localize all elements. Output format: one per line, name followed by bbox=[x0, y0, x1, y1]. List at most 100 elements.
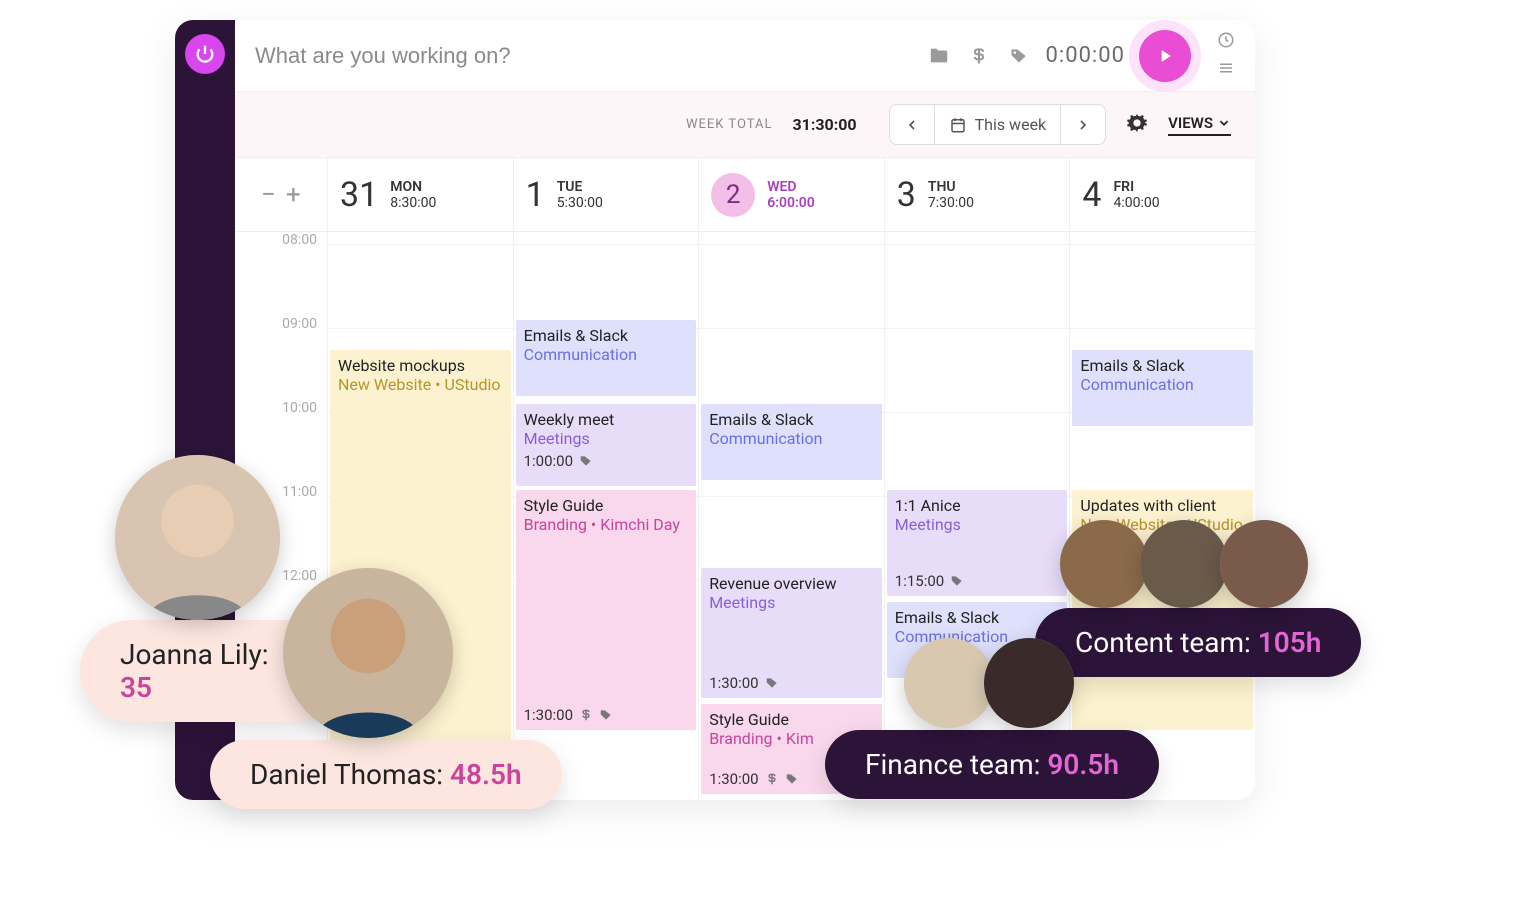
day-of-week: WED bbox=[767, 179, 815, 195]
day-column-wed[interactable]: Emails & Slack Communication Revenue ove… bbox=[698, 232, 884, 800]
day-column-tue[interactable]: Emails & Slack Communication Weekly meet… bbox=[513, 232, 699, 800]
day-header-tue[interactable]: 1 TUE5:30:00 bbox=[513, 158, 699, 231]
views-label: VIEWS bbox=[1168, 114, 1213, 132]
day-of-week: MON bbox=[390, 179, 436, 195]
tag-icon bbox=[950, 574, 964, 588]
event-block[interactable]: Emails & Slack Communication bbox=[516, 320, 697, 396]
day-number: 31 bbox=[340, 175, 378, 215]
sub-bar: WEEK TOTAL 31:30:00 This week VIEWS bbox=[235, 92, 1255, 158]
tag-icon bbox=[579, 454, 593, 468]
avatar-team-finance-1 bbox=[904, 638, 994, 728]
hour-label: 09:00 bbox=[235, 316, 327, 400]
event-block[interactable]: 1:1 Anice Meetings 1:15:00 bbox=[887, 490, 1068, 596]
event-title: Emails & Slack bbox=[895, 608, 1060, 627]
day-duration: 4:00:00 bbox=[1113, 195, 1159, 211]
event-time: 1:30:00 bbox=[524, 706, 613, 724]
day-header-fri[interactable]: 4 FRI4:00:00 bbox=[1069, 158, 1255, 231]
zoom-out-button[interactable]: − bbox=[261, 180, 276, 210]
day-header-wed[interactable]: 2 WED6:00:00 bbox=[698, 158, 884, 231]
day-duration: 5:30:00 bbox=[557, 195, 603, 211]
clock-icon[interactable] bbox=[1217, 31, 1235, 53]
event-project: New Website • UStudio bbox=[338, 375, 503, 394]
top-bar: 0:00:00 bbox=[235, 20, 1255, 92]
event-project: Communication bbox=[524, 345, 689, 364]
day-number-today: 2 bbox=[711, 173, 755, 217]
day-header-mon[interactable]: 31 MON8:30:00 bbox=[327, 158, 513, 231]
day-column-fri[interactable]: Emails & Slack Communication Updates wit… bbox=[1069, 232, 1255, 800]
event-title: Website mockups bbox=[338, 356, 503, 375]
event-title: Updates with client bbox=[1080, 496, 1245, 515]
day-of-week: TUE bbox=[557, 179, 603, 195]
team-name: Content team: bbox=[1075, 626, 1251, 659]
event-title: Emails & Slack bbox=[1080, 356, 1245, 375]
week-label: This week bbox=[975, 115, 1047, 134]
avatar-team-finance-2 bbox=[984, 638, 1074, 728]
zoom-in-button[interactable]: + bbox=[286, 180, 301, 210]
avatar-joanna bbox=[115, 455, 280, 620]
event-title: Emails & Slack bbox=[709, 410, 874, 429]
event-title: 1:1 Anice bbox=[895, 496, 1060, 515]
event-project: Branding • Kimchi Day bbox=[524, 515, 689, 534]
event-time: 1:15:00 bbox=[895, 572, 964, 590]
prev-week-button[interactable] bbox=[890, 105, 935, 144]
event-block[interactable]: Emails & Slack Communication bbox=[701, 404, 882, 480]
event-title: Style Guide bbox=[524, 496, 689, 515]
play-button[interactable] bbox=[1139, 30, 1191, 82]
user-hours: 48.5h bbox=[450, 758, 522, 791]
chevron-down-icon bbox=[1217, 116, 1231, 130]
event-time: 1:30:00 bbox=[709, 674, 778, 692]
day-of-week: FRI bbox=[1113, 179, 1159, 195]
power-logo-icon[interactable] bbox=[185, 34, 225, 74]
day-duration: 7:30:00 bbox=[928, 195, 974, 211]
event-time: 1:30:00 bbox=[709, 770, 798, 788]
event-time: 1:00:00 bbox=[524, 452, 689, 470]
event-block[interactable]: Revenue overview Meetings 1:30:00 bbox=[701, 568, 882, 698]
event-project: Communication bbox=[709, 429, 874, 448]
event-title: Revenue overview bbox=[709, 574, 874, 593]
zoom-controls: − + bbox=[235, 158, 327, 231]
event-block[interactable]: Emails & Slack Communication bbox=[1072, 350, 1253, 426]
day-header-row: − + 31 MON8:30:00 1 TUE5:30:00 2 WED6:00… bbox=[235, 158, 1255, 232]
tag-icon bbox=[765, 676, 779, 690]
event-block[interactable]: Style Guide Branding • Kimchi Day 1:30:0… bbox=[516, 490, 697, 730]
week-picker[interactable]: This week bbox=[935, 105, 1062, 144]
hour-label: 08:00 bbox=[235, 232, 327, 316]
calendar-icon bbox=[949, 116, 967, 134]
team-hours: 105h bbox=[1258, 626, 1322, 659]
week-navigator: This week bbox=[889, 104, 1107, 145]
user-hours-bubble-daniel: Daniel Thomas: 48.5h bbox=[210, 740, 562, 809]
tag-icon[interactable] bbox=[1006, 43, 1032, 69]
team-hours-bubble-finance: Finance team: 90.5h bbox=[825, 730, 1159, 799]
avatar-team-content-2 bbox=[1140, 520, 1228, 608]
next-week-button[interactable] bbox=[1061, 105, 1105, 144]
views-dropdown[interactable]: VIEWS bbox=[1168, 114, 1231, 136]
user-name: Joanna Lily: bbox=[120, 638, 268, 671]
day-number: 4 bbox=[1082, 175, 1101, 215]
dollar-icon[interactable] bbox=[966, 43, 992, 69]
tag-icon bbox=[599, 708, 613, 722]
day-of-week: THU bbox=[928, 179, 974, 195]
menu-icon[interactable] bbox=[1217, 59, 1235, 81]
team-name: Finance team: bbox=[865, 748, 1040, 781]
event-title: Emails & Slack bbox=[524, 326, 689, 345]
week-total-label: WEEK TOTAL bbox=[686, 117, 773, 132]
folder-icon[interactable] bbox=[926, 43, 952, 69]
team-hours-bubble-content: Content team: 105h bbox=[1035, 608, 1361, 677]
event-project: Communication bbox=[1080, 375, 1245, 394]
task-input[interactable] bbox=[255, 43, 912, 69]
event-project: Meetings bbox=[709, 593, 874, 612]
avatar-team-content-3 bbox=[1220, 520, 1308, 608]
event-block[interactable]: Weekly meet Meetings 1:00:00 bbox=[516, 404, 697, 486]
week-total-value: 31:30:00 bbox=[792, 115, 856, 134]
user-hours: 35 bbox=[120, 671, 152, 704]
tag-icon bbox=[785, 772, 799, 786]
settings-gear-icon[interactable] bbox=[1126, 112, 1148, 138]
event-title: Weekly meet bbox=[524, 410, 689, 429]
team-hours: 90.5h bbox=[1047, 748, 1119, 781]
mode-stack bbox=[1217, 31, 1235, 81]
event-project: Meetings bbox=[524, 429, 689, 448]
day-header-thu[interactable]: 3 THU7:30:00 bbox=[884, 158, 1070, 231]
avatar-daniel bbox=[283, 568, 453, 738]
event-project: Meetings bbox=[895, 515, 1060, 534]
dollar-icon bbox=[765, 772, 779, 786]
